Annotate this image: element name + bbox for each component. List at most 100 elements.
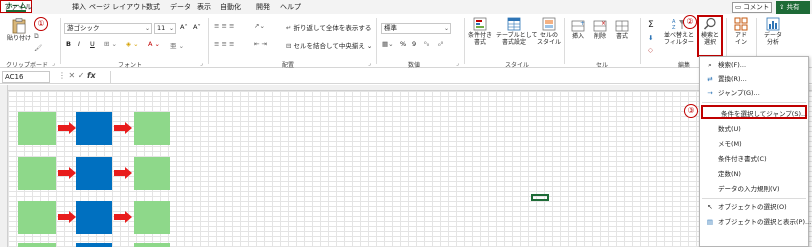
- enter-icon[interactable]: ✓: [78, 71, 85, 80]
- data-analysis-button[interactable]: データ 分析: [760, 17, 786, 46]
- alignment-group-label: 配置: [282, 62, 295, 69]
- menu-item-conditional-formatting[interactable]: 条件付き書式(C): [700, 152, 808, 166]
- red-arrow-shape[interactable]: [114, 211, 132, 223]
- green-square-shape[interactable]: [134, 157, 170, 190]
- fill-color-icon[interactable]: ◈ ⌄: [126, 40, 139, 48]
- insert-cells-button[interactable]: + 挿入: [568, 19, 588, 40]
- clipboard-launcher-icon[interactable]: ⌟: [52, 60, 55, 67]
- align-top-icon[interactable]: ≡ ≡ ≡: [214, 22, 234, 30]
- delete-cells-button[interactable]: × 削除: [590, 19, 610, 40]
- blue-square-shape[interactable]: [76, 201, 112, 234]
- clipboard-icon: [12, 18, 26, 34]
- autosum-button[interactable]: Σ: [648, 20, 654, 30]
- comma-button[interactable]: 9: [412, 40, 416, 48]
- border-icon[interactable]: ⊞ ⌄: [104, 40, 117, 48]
- green-square-shape[interactable]: [18, 201, 56, 234]
- format-as-table-button[interactable]: テーブルとして 書式設定: [496, 17, 537, 46]
- conditional-formatting-button[interactable]: 条件付き 書式: [466, 17, 494, 46]
- row-header-column: [0, 85, 8, 247]
- cancel-icon[interactable]: ✕: [69, 71, 76, 80]
- red-arrow-shape[interactable]: [58, 167, 76, 179]
- fill-icon[interactable]: ⬇: [648, 34, 653, 42]
- italic-button[interactable]: I: [78, 40, 80, 48]
- font-group-label: フォント: [118, 62, 143, 69]
- increase-decimal-icon[interactable]: ⁰₀: [424, 40, 429, 48]
- tab-data[interactable]: データ: [170, 2, 191, 12]
- clear-icon[interactable]: ◇: [648, 46, 653, 54]
- tab-view[interactable]: 表示: [197, 2, 211, 12]
- menu-item-goto[interactable]: → ジャンプ(G)...: [700, 86, 808, 100]
- merge-center-button[interactable]: ⊟ セルを結合して中央揃え ⌄: [286, 40, 372, 50]
- indent-icon[interactable]: ⇤ ⇥: [254, 40, 267, 48]
- menu-item-formulas[interactable]: 数式(U): [700, 122, 808, 136]
- menu-item-selection-pane[interactable]: ▤ オブジェクトの選択と表示(P)...: [700, 215, 811, 229]
- red-arrow-shape[interactable]: [114, 122, 132, 134]
- font-color-icon[interactable]: A ⌄: [148, 40, 160, 48]
- tab-developer[interactable]: 開発: [256, 2, 270, 12]
- menu-item-replace[interactable]: ⇄ 置換(R)...: [700, 72, 808, 86]
- tab-automate[interactable]: 自動化: [220, 2, 241, 12]
- format-cells-button[interactable]: 書式: [612, 19, 632, 40]
- orientation-icon[interactable]: ↗⌄: [254, 22, 265, 30]
- alignment-launcher-icon[interactable]: ⌟: [368, 60, 371, 67]
- addins-button[interactable]: アド イン: [730, 17, 752, 46]
- red-arrow-shape[interactable]: [114, 167, 132, 179]
- share-button[interactable]: ⇪ 共有: [776, 1, 810, 14]
- accounting-icon[interactable]: ▦⌄: [382, 40, 394, 48]
- red-arrow-shape[interactable]: [58, 122, 76, 134]
- share-icon: ⇪: [779, 3, 785, 11]
- find-select-highlight: [697, 15, 723, 57]
- font-launcher-icon[interactable]: ⌟: [200, 60, 203, 67]
- green-square-shape[interactable]: [18, 243, 56, 247]
- comment-button[interactable]: ▭ コメント: [732, 2, 772, 13]
- blue-square-shape[interactable]: [76, 243, 112, 247]
- paste-button[interactable]: 貼り付け: [6, 18, 32, 42]
- align-left-icon[interactable]: ≡ ≡ ≡: [214, 40, 234, 48]
- format-painter-icon[interactable]: 🖌: [34, 44, 42, 52]
- blue-square-shape[interactable]: [76, 112, 112, 145]
- search-icon: ⌕: [708, 61, 712, 69]
- tab-insert[interactable]: 挿入: [72, 2, 86, 12]
- green-square-shape[interactable]: [134, 201, 170, 234]
- bold-button[interactable]: B: [66, 40, 71, 48]
- number-launcher-icon[interactable]: ⌟: [456, 60, 459, 67]
- blue-square-shape[interactable]: [76, 157, 112, 190]
- copy-icon[interactable]: ⧉: [34, 32, 39, 41]
- percent-button[interactable]: %: [400, 40, 406, 48]
- name-box[interactable]: AC16: [2, 71, 50, 83]
- menu-divider: [702, 102, 806, 103]
- shrink-font-button[interactable]: A˅: [193, 23, 201, 31]
- number-format-combo[interactable]: 標準 ⌄: [381, 23, 451, 34]
- red-arrow-shape[interactable]: [58, 211, 76, 223]
- tab-help[interactable]: ヘルプ: [280, 2, 301, 12]
- tab-file[interactable]: ファイル: [4, 2, 32, 12]
- green-square-shape[interactable]: [18, 157, 56, 190]
- green-square-shape[interactable]: [18, 112, 56, 145]
- cell-styles-button[interactable]: セルの スタイル: [536, 17, 562, 46]
- menu-item-notes[interactable]: メモ(M): [700, 137, 808, 151]
- menu-item-goto-special[interactable]: 条件を選択してジャンプ(S)...: [701, 105, 807, 119]
- menu-item-find[interactable]: ⌕ 検索(F)...: [700, 58, 808, 72]
- green-square-shape[interactable]: [134, 243, 170, 247]
- insert-function-button[interactable]: fx: [87, 71, 96, 80]
- menu-item-select-objects[interactable]: ↖ オブジェクトの選択(O): [700, 200, 808, 214]
- font-size-combo[interactable]: 11 ⌄: [154, 23, 176, 34]
- svg-text:×: ×: [601, 20, 606, 27]
- formula-bar-controls: ⋮ ✕ ✓ fx: [58, 71, 96, 80]
- tab-page-layout[interactable]: ページ レイアウト: [89, 2, 147, 12]
- chevron-down-icon: ⌄: [168, 25, 174, 32]
- group-divider: [464, 18, 465, 64]
- wrap-text-button[interactable]: ↵ 折り返して全体を表示する: [286, 22, 371, 32]
- green-square-shape[interactable]: [134, 112, 170, 145]
- step-marker-2: ②: [683, 15, 697, 29]
- grow-font-button[interactable]: A˄: [180, 23, 188, 31]
- menu-item-data-validation[interactable]: データの入力規則(V): [700, 182, 808, 196]
- menu-item-constants[interactable]: 定数(N): [700, 167, 808, 181]
- tab-formulas[interactable]: 数式: [146, 2, 160, 12]
- font-name-combo[interactable]: 游ゴシック ⌄: [64, 23, 152, 34]
- replace-icon: ⇄: [707, 75, 713, 83]
- phonetic-icon[interactable]: 亜 ⌄: [170, 40, 184, 50]
- active-cell[interactable]: [531, 194, 549, 201]
- decrease-decimal-icon[interactable]: ₀⁰: [438, 40, 443, 48]
- underline-button[interactable]: U: [90, 40, 95, 48]
